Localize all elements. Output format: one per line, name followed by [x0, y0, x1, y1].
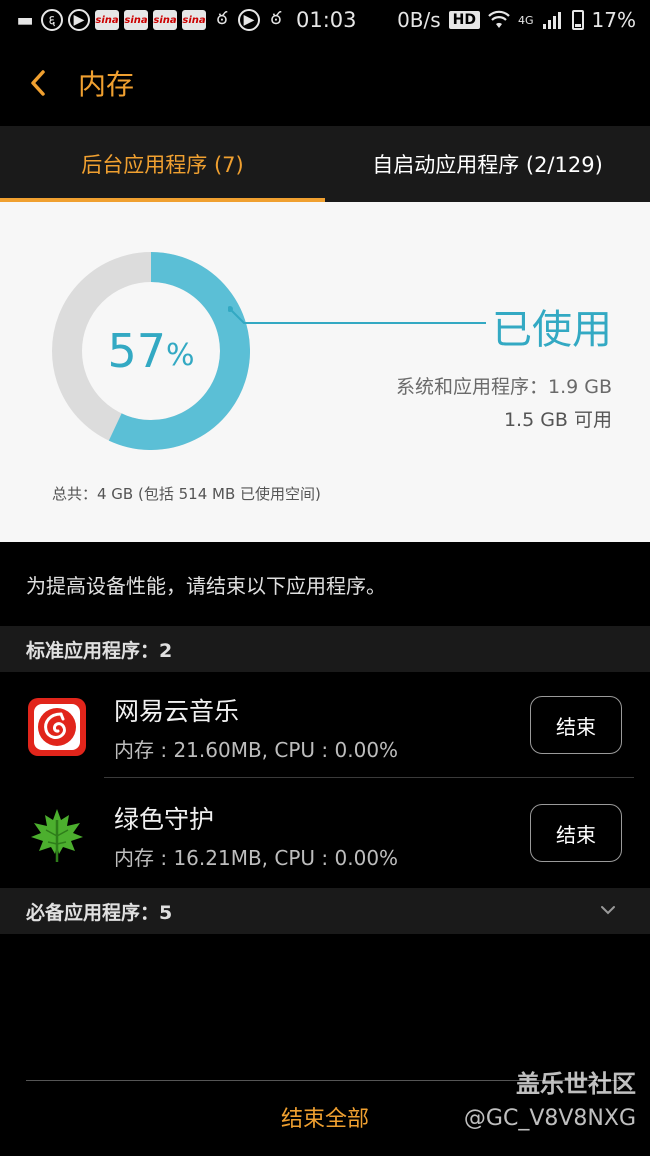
app-name: 网易云音乐	[114, 697, 240, 726]
app-usage: 内存 : 21.60MB, CPU : 0.00%	[114, 738, 399, 762]
system-apps-usage: 系统和应用程序：1.9 GB	[395, 376, 612, 398]
used-label: 已使用	[492, 307, 612, 353]
standard-apps-title: 标准应用程序：2	[26, 639, 173, 662]
chat-bubble-icon: ▬	[16, 9, 34, 31]
play-icon: ▶	[68, 9, 90, 31]
uc-squirrel-icon: ఠ	[216, 7, 228, 29]
memory-card: 57 % 已使用 系统和应用程序：1.9 GB 1.5 GB 可用 总共：4 G…	[0, 202, 650, 542]
end-app-button[interactable]: 结束	[530, 696, 622, 754]
sina-icon: sina	[95, 10, 119, 30]
memory-percent-symbol: %	[166, 337, 195, 373]
tab-autostart-apps[interactable]: 自启动应用程序 (2/129)	[325, 126, 650, 202]
tab-background-apps[interactable]: 后台应用程序 (7)	[0, 126, 325, 202]
watermark-user: @GC_V8V8NXG	[463, 1106, 636, 1131]
total-memory: 总共：4 GB (包括 514 MB 已使用空间)	[52, 485, 321, 503]
end-app-button[interactable]: 结束	[530, 804, 622, 862]
sina-icon: sina	[153, 10, 177, 30]
leader-line	[228, 306, 486, 324]
network-type: 4G	[518, 13, 534, 27]
end-all-label: 结束全部	[280, 1107, 369, 1132]
wifi-icon	[488, 10, 510, 28]
signal-icon	[542, 12, 561, 29]
performance-notice: 为提高设备性能，请结束以下应用程序。	[26, 574, 386, 598]
green-maple-leaf-icon	[31, 809, 83, 862]
netease-music-icon	[28, 698, 86, 756]
memory-percent-number: 57	[107, 324, 167, 378]
row-divider	[104, 777, 634, 778]
standard-apps-header: 标准应用程序：2	[0, 626, 650, 672]
page-title: 内存	[78, 68, 135, 101]
status-icons-right: 0B/s HD 4G 17%	[397, 8, 636, 32]
hd-badge: HD	[448, 11, 481, 29]
required-apps-title: 必备应用程序：5	[26, 901, 173, 924]
battery-icon	[571, 10, 584, 30]
app-row-greenify: 绿色守护 内存 : 16.21MB, CPU : 0.00% 结束	[0, 780, 650, 888]
net-speed: 0B/s	[397, 8, 441, 32]
required-apps-header[interactable]: 必备应用程序：5	[0, 888, 650, 934]
play-icon: ▶	[238, 9, 260, 31]
app-name: 绿色守护	[114, 805, 215, 834]
chevron-down-icon[interactable]	[598, 902, 618, 918]
app-header: 内存	[0, 40, 650, 126]
battery-percent: 17%	[591, 8, 636, 32]
tab-bar: 后台应用程序 (7) 自启动应用程序 (2/129)	[0, 126, 650, 202]
app-row-netease: 网易云音乐 内存 : 21.60MB, CPU : 0.00% 结束	[0, 672, 650, 780]
status-icons-left: ▬ ६ ▶ sina sina sina sina ఠ ▶ ఠ 01:03	[14, 7, 357, 33]
status-time: 01:03	[296, 8, 357, 32]
available-memory: 1.5 GB 可用	[503, 409, 612, 431]
status-bar: ▬ ६ ▶ sina sina sina sina ఠ ▶ ఠ 01:03 0B…	[0, 0, 650, 40]
watermark-community: 盖乐世社区	[516, 1070, 636, 1098]
chevron-left-icon	[31, 70, 45, 96]
uc-squirrel-icon: ఠ	[270, 7, 282, 29]
memory-percent: 57 %	[52, 252, 250, 450]
back-button[interactable]	[28, 69, 56, 97]
netease-icon: ६	[41, 9, 63, 31]
sina-icon: sina	[182, 10, 206, 30]
sina-icon: sina	[124, 10, 148, 30]
app-usage: 内存 : 16.21MB, CPU : 0.00%	[114, 846, 399, 870]
